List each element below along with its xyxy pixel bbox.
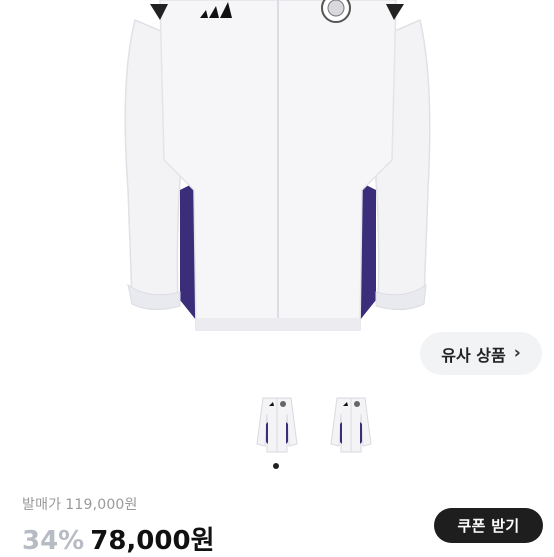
release-price-value: 119,000원 [65, 497, 138, 513]
sale-price: 78,000원 [90, 526, 215, 556]
sale-price-row: 34% 78,000원 [22, 520, 215, 557]
get-coupon-button[interactable]: 쿠폰 받기 [434, 508, 543, 543]
similar-products-label: 유사 상품 [441, 345, 506, 365]
thumbnail-2[interactable] [327, 394, 375, 456]
get-coupon-label: 쿠폰 받기 [457, 517, 520, 535]
chevron-right-icon: › [513, 343, 521, 363]
thumbnail-1[interactable] [253, 394, 301, 456]
gallery-pagination [0, 463, 554, 469]
release-price-label: 발매가 [22, 497, 62, 513]
jacket-illustration [124, 0, 431, 331]
release-price: 발매가 119,000원 [22, 494, 138, 514]
product-main-image[interactable] [0, 0, 554, 345]
similar-products-button[interactable]: 유사 상품 › [420, 332, 542, 375]
jacket-thumbnail-icon [330, 397, 372, 453]
pagination-dot-active[interactable] [273, 463, 279, 469]
jacket-thumbnail-icon [256, 397, 298, 453]
discount-rate: 34% [22, 526, 85, 556]
